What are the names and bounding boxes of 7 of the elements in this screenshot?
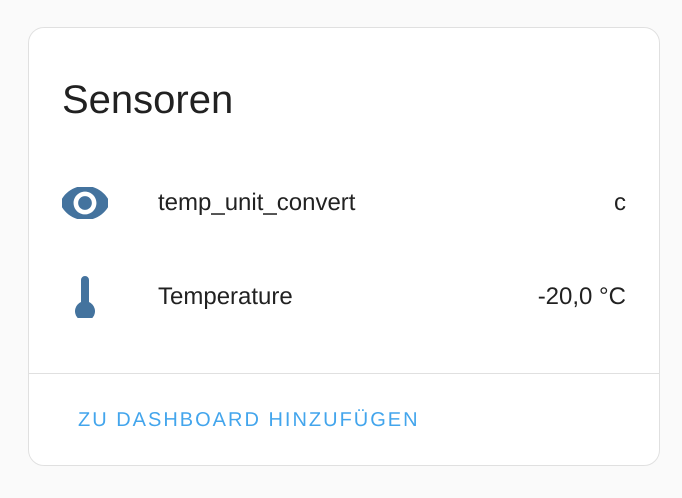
entity-name[interactable]: Temperature (158, 279, 538, 315)
eye-icon (62, 187, 108, 219)
entity-state: -20,0 °C (538, 282, 626, 312)
entity-name[interactable]: temp_unit_convert (158, 185, 614, 221)
thermometer-icon (73, 276, 97, 318)
entity-state: c (614, 188, 626, 218)
card-title: Sensoren (62, 77, 234, 124)
